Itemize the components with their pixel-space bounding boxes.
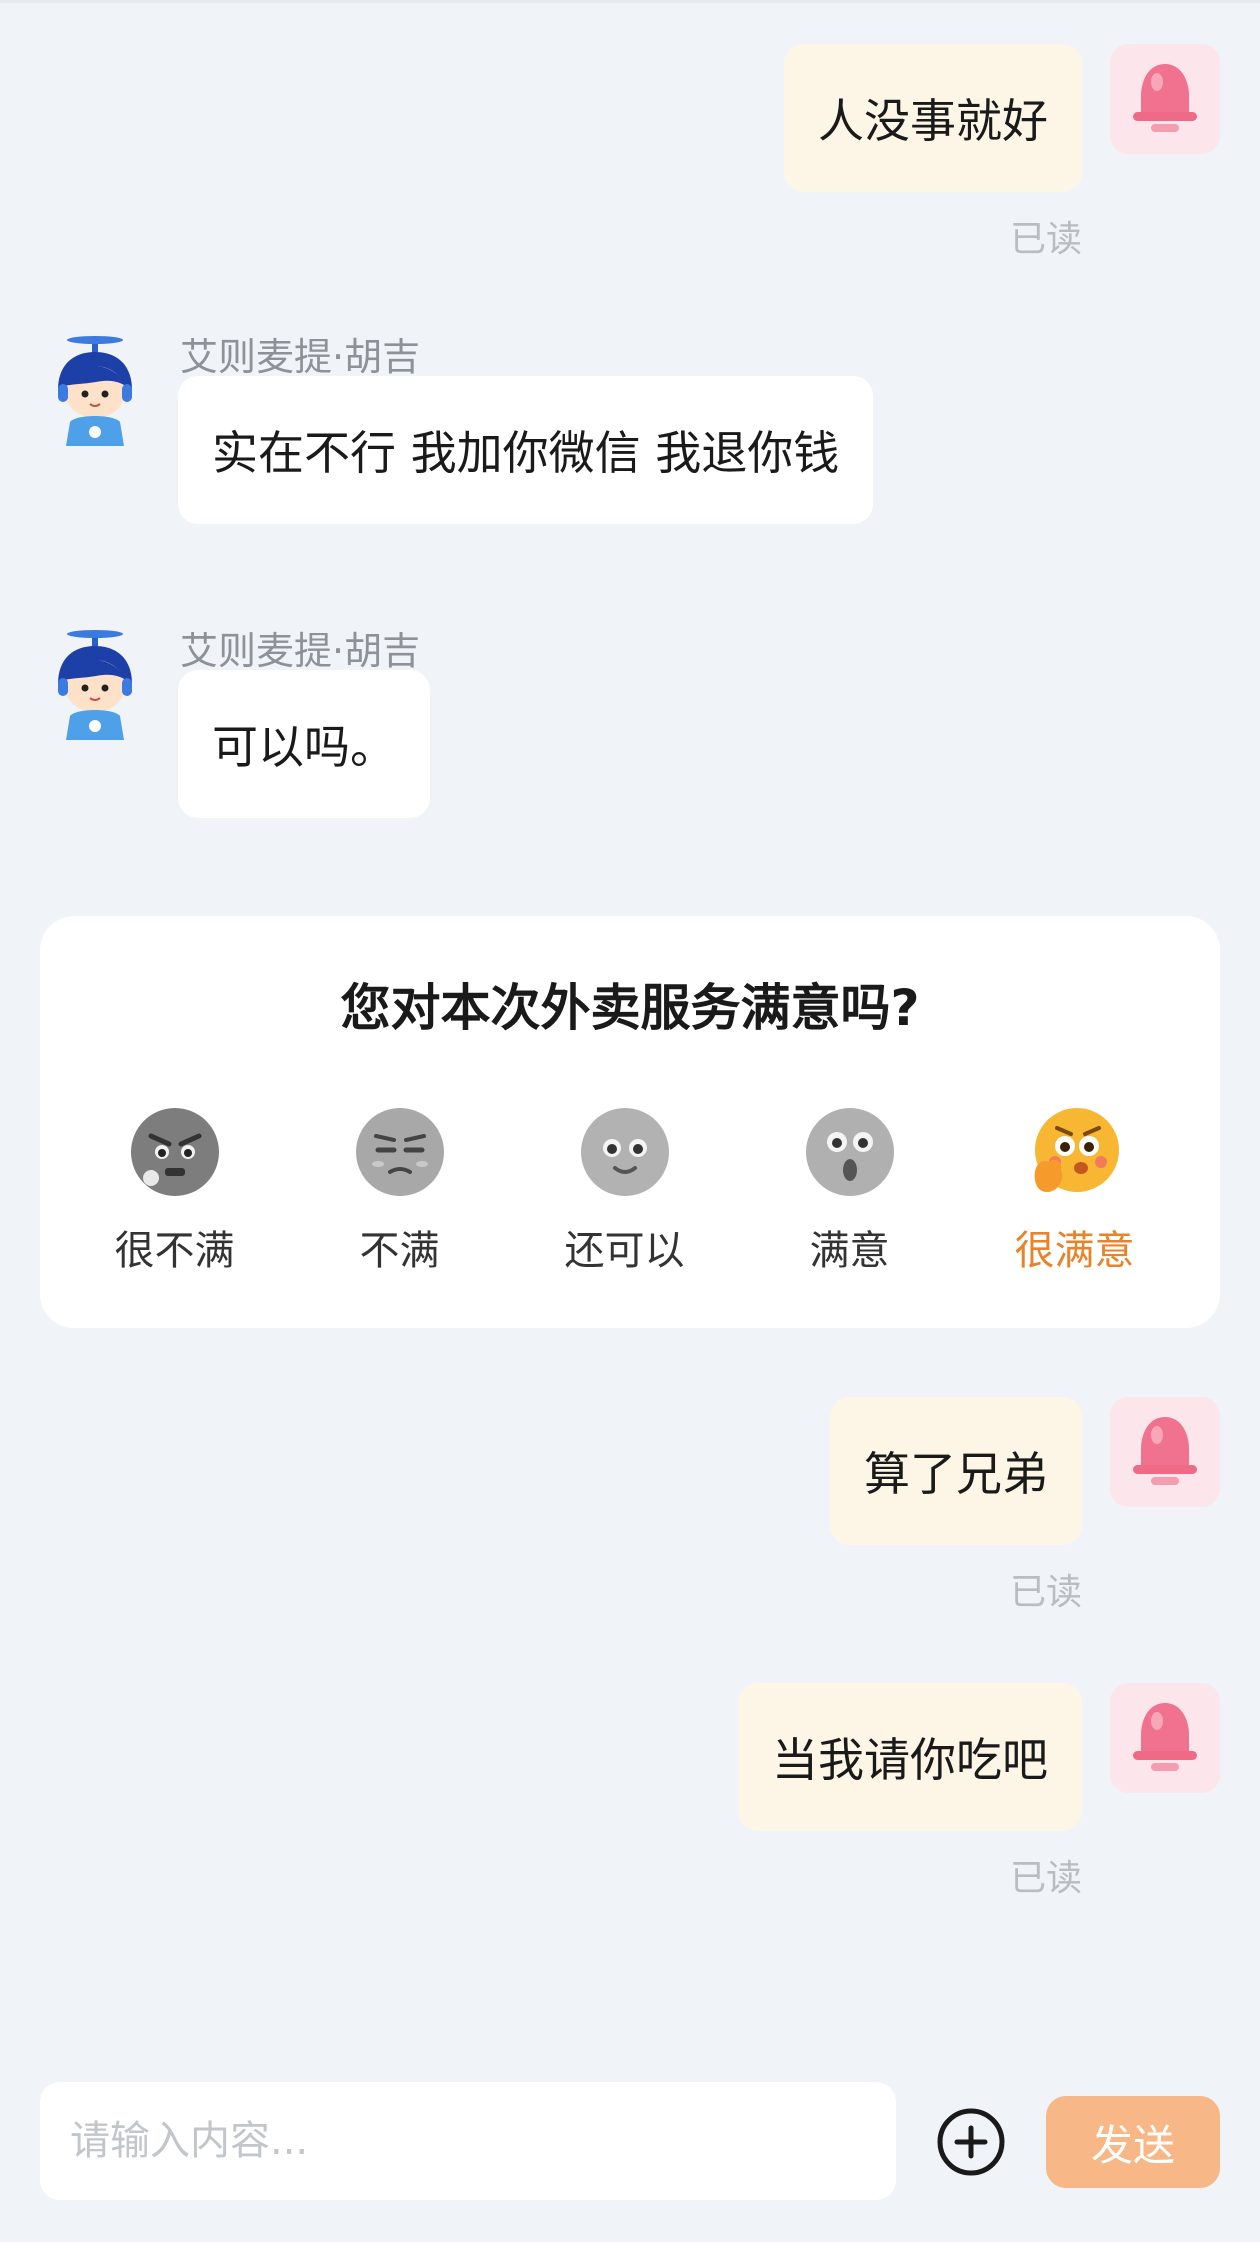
rating-option-very-dissatisfied[interactable]: 很不满 <box>62 1106 287 1276</box>
bell-icon <box>1133 64 1197 132</box>
message-bubble[interactable]: 可以吗。 <box>178 670 430 818</box>
rating-option-satisfied[interactable]: 满意 <box>737 1106 962 1276</box>
rating-label: 满意 <box>809 1228 890 1274</box>
rating-option-dissatisfied[interactable]: 不满 <box>287 1106 512 1276</box>
rating-title: 您对本次外卖服务满意吗? <box>340 979 920 1037</box>
user-avatar[interactable] <box>1110 1397 1220 1507</box>
rating-label: 不满 <box>359 1228 440 1274</box>
message-bubble[interactable]: 当我请你吃吧 <box>738 1683 1082 1831</box>
user-avatar[interactable] <box>1110 1683 1220 1793</box>
neutral-face-icon <box>580 1108 669 1196</box>
outgoing-message: 当我请你吃吧 <box>738 1683 1220 1831</box>
read-receipt: 已读 <box>1009 219 1082 260</box>
agent-avatar[interactable] <box>40 630 150 740</box>
read-receipt: 已读 <box>1009 1572 1082 1613</box>
outgoing-message: 算了兄弟 <box>830 1397 1220 1545</box>
rating-label: 很不满 <box>114 1228 235 1274</box>
send-button[interactable]: 发送 <box>1046 2096 1220 2188</box>
very-satisfied-face-icon <box>1034 1108 1119 1192</box>
very-dissatisfied-face-icon <box>130 1108 219 1196</box>
rating-option-neutral[interactable]: 还可以 <box>512 1106 737 1276</box>
message-bubble[interactable]: 实在不行 我加你微信 我退你钱 <box>178 376 874 524</box>
agent-avatar[interactable] <box>40 336 150 446</box>
bell-icon <box>1133 1703 1197 1771</box>
message-bubble[interactable]: 人没事就好 <box>784 44 1082 192</box>
dissatisfied-face-icon <box>355 1108 444 1196</box>
user-avatar[interactable] <box>1110 44 1220 154</box>
read-receipt: 已读 <box>1009 1858 1082 1899</box>
message-bubble[interactable]: 算了兄弟 <box>830 1397 1082 1545</box>
plus-circle-icon[interactable] <box>936 2107 1006 2177</box>
outgoing-message: 人没事就好 <box>784 44 1220 192</box>
rating-options: 很不满 不满 还可以 满意 很满意 <box>40 1106 1220 1276</box>
top-divider <box>0 0 1260 3</box>
rating-label: 还可以 <box>564 1228 685 1274</box>
message-input[interactable] <box>40 2082 896 2200</box>
bell-icon <box>1133 1417 1197 1485</box>
rating-option-very-satisfied[interactable]: 很满意 <box>962 1106 1187 1276</box>
sender-name: 艾则麦提·胡吉 <box>180 629 421 673</box>
rating-card: 您对本次外卖服务满意吗? 很不满 不满 还可以 满意 很满意 <box>40 916 1220 1328</box>
satisfied-face-icon <box>805 1108 894 1196</box>
rating-label-selected: 很满意 <box>1014 1228 1135 1274</box>
sender-name: 艾则麦提·胡吉 <box>180 335 421 379</box>
